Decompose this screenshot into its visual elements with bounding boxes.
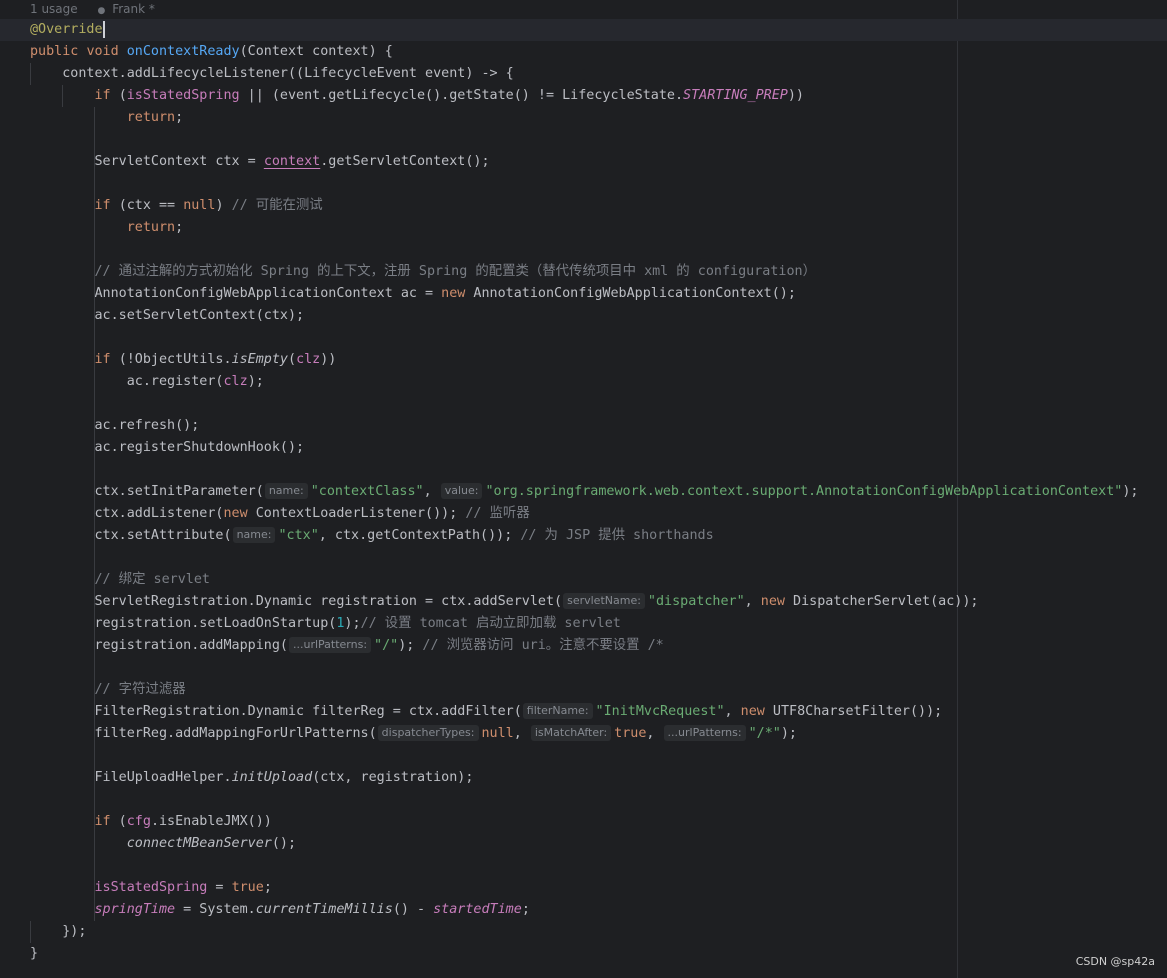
code-line[interactable]: ServletRegistration.Dynamic registration… <box>30 591 1167 613</box>
user-icon: ● <box>97 6 106 16</box>
code-line[interactable]: FileUploadHelper.initUpload(ctx, registr… <box>30 767 1167 789</box>
code-line[interactable]: registration.setLoadOnStartup(1);// 设置 t… <box>30 613 1167 635</box>
code-line[interactable]: public void onContextReady(Context conte… <box>30 41 1167 63</box>
code-line[interactable]: // 通过注解的方式初始化 Spring 的上下文，注册 Spring 的配置类… <box>30 261 1167 283</box>
code-line[interactable]: ac.setServletContext(ctx); <box>30 305 1167 327</box>
code-line[interactable]: // 字符过滤器 <box>30 679 1167 701</box>
code-lines[interactable]: @Override public void onContextReady(Con… <box>0 19 1167 965</box>
param-hint: servletName: <box>563 593 645 609</box>
code-line[interactable]: ac.register(clz); <box>30 371 1167 393</box>
code-line[interactable]: springTime = System.currentTimeMillis() … <box>30 899 1167 921</box>
param-hint: ...urlPatterns: <box>663 725 746 741</box>
param-hint: filterName: <box>522 703 593 719</box>
usages-hint[interactable]: 1 usage <box>30 2 78 16</box>
code-line[interactable] <box>30 393 1167 415</box>
param-hint: isMatchAfter: <box>530 725 612 741</box>
param-hint: name: <box>232 527 276 543</box>
code-line[interactable]: if (ctx == null) // 可能在测试 <box>30 195 1167 217</box>
code-line[interactable]: ac.registerShutdownHook(); <box>30 437 1167 459</box>
code-line[interactable]: connectMBeanServer(); <box>30 833 1167 855</box>
code-line[interactable]: ServletContext ctx = context.getServletC… <box>30 151 1167 173</box>
code-line[interactable]: if (cfg.isEnableJMX()) <box>30 811 1167 833</box>
code-line[interactable]: AnnotationConfigWebApplicationContext ac… <box>30 283 1167 305</box>
text-caret <box>102 20 105 38</box>
code-line[interactable]: }); <box>30 921 1167 943</box>
code-line[interactable] <box>30 855 1167 877</box>
code-line[interactable]: } <box>30 943 1167 965</box>
code-line[interactable]: ctx.addListener(new ContextLoaderListene… <box>30 503 1167 525</box>
param-hint: value: <box>440 483 483 499</box>
code-line[interactable]: if (isStatedSpring || (event.getLifecycl… <box>30 85 1167 107</box>
code-line[interactable]: return; <box>30 107 1167 129</box>
param-hint: dispatcherTypes: <box>377 725 479 741</box>
code-line[interactable]: filterReg.addMappingForUrlPatterns(dispa… <box>30 723 1167 745</box>
code-editor[interactable]: 1 usage ● Frank * @Override public void … <box>0 0 1167 978</box>
code-vision-hints: 1 usage ● Frank * <box>30 0 155 18</box>
code-line[interactable] <box>30 789 1167 811</box>
code-line[interactable]: ctx.setInitParameter(name: "contextClass"… <box>30 481 1167 503</box>
param-hint: name: <box>264 483 308 499</box>
param-hint: ...urlPatterns: <box>288 637 372 653</box>
code-line[interactable]: FilterRegistration.Dynamic filterReg = c… <box>30 701 1167 723</box>
code-line[interactable]: ac.refresh(); <box>30 415 1167 437</box>
code-line[interactable]: @Override <box>0 19 1167 41</box>
code-line[interactable]: return; <box>30 217 1167 239</box>
code-line[interactable] <box>30 173 1167 195</box>
code-line[interactable]: // 绑定 servlet <box>30 569 1167 591</box>
code-line[interactable]: registration.addMapping(...urlPatterns: "… <box>30 635 1167 657</box>
code-line[interactable]: if (!ObjectUtils.isEmpty(clz)) <box>30 349 1167 371</box>
code-line[interactable] <box>30 547 1167 569</box>
code-line[interactable] <box>30 657 1167 679</box>
code-line[interactable]: ctx.setAttribute(name: "ctx", ctx.getCont… <box>30 525 1167 547</box>
code-line[interactable] <box>30 129 1167 151</box>
code-line[interactable] <box>30 239 1167 261</box>
code-line[interactable] <box>30 745 1167 767</box>
watermark: CSDN @sp42a <box>1075 955 1155 968</box>
code-line[interactable]: isStatedSpring = true; <box>30 877 1167 899</box>
code-line[interactable] <box>30 459 1167 481</box>
code-line[interactable] <box>30 327 1167 349</box>
code-line[interactable]: context.addLifecycleListener((LifecycleE… <box>30 63 1167 85</box>
author-hint[interactable]: Frank * <box>112 2 155 16</box>
